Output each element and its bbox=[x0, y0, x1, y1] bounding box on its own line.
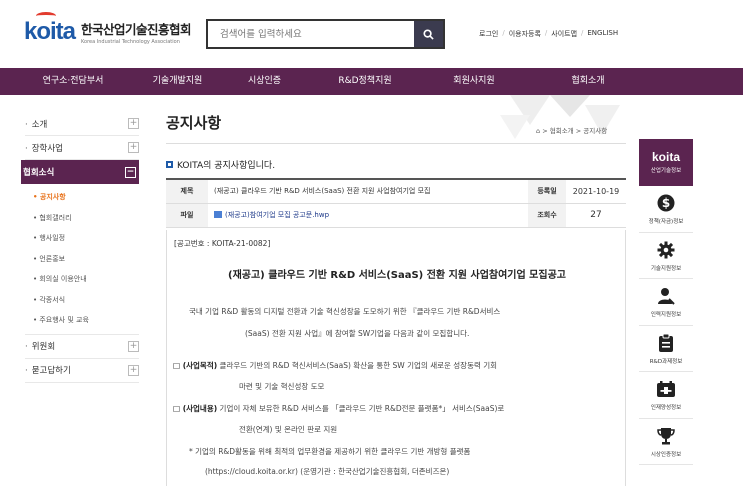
page-title: 공지사항 bbox=[166, 114, 222, 132]
quick-talent-training[interactable]: 인재양성정보 bbox=[639, 372, 693, 419]
decorative-triangles bbox=[500, 95, 620, 139]
file-label: 파일 bbox=[166, 203, 208, 228]
breadcrumb-item[interactable]: 공지사항 bbox=[583, 127, 607, 135]
collapse-icon: − bbox=[125, 166, 136, 178]
sidebar-menu: 소개+ 장학사업+ 협회소식− 공지사항 협회갤러리 행사일정 언론홍보 회의실… bbox=[21, 112, 139, 383]
quick-award-certification[interactable]: 시상인증정보 bbox=[639, 419, 693, 465]
clipboard-icon bbox=[659, 333, 673, 352]
sidebar-subitem-press[interactable]: 언론홍보 bbox=[33, 249, 139, 270]
square-bullet-icon bbox=[166, 161, 173, 168]
calendar-icon bbox=[657, 381, 675, 397]
nav-association-intro[interactable]: 협회소개 bbox=[538, 68, 638, 95]
search-box bbox=[206, 19, 445, 49]
koita-logo[interactable]: koita 한국산업기술진흥협회 Korea Industrial Techno… bbox=[24, 12, 192, 46]
quick-policy-funding[interactable]: $ 정책(자금)정보 bbox=[639, 186, 693, 233]
title-label: 제목 bbox=[166, 179, 208, 204]
login-link[interactable]: 로그인 bbox=[479, 29, 498, 39]
quick-rnd-project[interactable]: R&D과제정보 bbox=[639, 326, 693, 372]
quick-menu: koita 산업기술정보 $ 정책(자금)정보 기술지원정보 인력지원정보 R&… bbox=[639, 139, 693, 465]
announcement-heading: (재공고) 클라우드 기반 R&D 서비스(SaaS) 전환 지원 사업참여기업… bbox=[228, 270, 566, 281]
english-link[interactable]: ENGLISH bbox=[587, 29, 618, 39]
content-line: □ (사업내용) 기업이 자체 보유한 R&D 서비스를 「클라우드 기반 R&… bbox=[173, 404, 505, 413]
notice-info-table: 제목 (재공고) 클라우드 기반 R&D 서비스(SaaS) 전환 지원 사업참… bbox=[166, 178, 626, 228]
sidebar-item-scholarship[interactable]: 장학사업+ bbox=[25, 136, 139, 160]
sidebar-item-news[interactable]: 협회소식 − bbox=[21, 160, 139, 184]
logo-english-name: Korea Industrial Technology Association bbox=[81, 39, 180, 45]
sidebar-item-intro[interactable]: 소개+ bbox=[25, 112, 139, 136]
intro-line: (SaaS) 전환 지원 사업』에 참여할 SW기업을 다음과 같이 모집합니다… bbox=[245, 329, 470, 338]
content-line: 전환(연계) 및 온라인 판로 지원 bbox=[239, 425, 338, 434]
sidebar-submenu: 공지사항 협회갤러리 행사일정 언론홍보 회의실 이용안내 각종서식 주요행사 … bbox=[25, 184, 139, 335]
search-input[interactable] bbox=[208, 21, 414, 47]
search-icon bbox=[423, 28, 434, 40]
quick-menu-header[interactable]: koita 산업기술정보 bbox=[639, 139, 693, 186]
home-icon[interactable]: ⌂ bbox=[536, 127, 540, 135]
nav-rnd-policy[interactable]: R&D정책지원 bbox=[320, 68, 410, 95]
user-icon bbox=[658, 288, 675, 305]
announcement-number: [공고번호 : KOITA-21-0082] bbox=[174, 239, 271, 248]
main-navigation: 연구소·전담부서 기술개발지원 시상인증 R&D정책지원 회원사지원 협회소개 bbox=[0, 68, 743, 95]
search-button[interactable] bbox=[414, 21, 443, 47]
expand-icon: + bbox=[128, 118, 139, 129]
dollar-icon: $ bbox=[657, 194, 675, 212]
sidebar-subitem-forms[interactable]: 각종서식 bbox=[33, 290, 139, 311]
date-label: 등록일 bbox=[528, 179, 566, 204]
notice-date: 2021-10-19 bbox=[566, 179, 626, 204]
breadcrumb-item[interactable]: 협회소개 bbox=[550, 127, 574, 135]
expand-icon: + bbox=[128, 142, 139, 153]
trophy-icon bbox=[657, 427, 675, 444]
nav-member-support[interactable]: 회원사지원 bbox=[410, 68, 538, 95]
expand-icon: + bbox=[128, 340, 139, 352]
expand-icon: + bbox=[128, 364, 139, 376]
notice-title: (재공고) 클라우드 기반 R&D 서비스(SaaS) 전환 지원 사업참여기업… bbox=[208, 179, 528, 204]
views-label: 조회수 bbox=[528, 203, 566, 228]
svg-text:$: $ bbox=[662, 196, 670, 210]
intro-line: 국내 기업 R&D 활동의 디지털 전환과 기술 혁신성장을 도모하기 위한 『… bbox=[189, 307, 501, 316]
utility-links: 로그인 / 이용자등록 / 사이트맵 / ENGLISH bbox=[479, 29, 619, 39]
notice-body: [공고번호 : KOITA-21-0082] (재공고) 클라우드 기반 R&D… bbox=[166, 230, 626, 486]
site-header: koita 한국산업기술진흥협회 Korea Industrial Techno… bbox=[0, 0, 743, 68]
nav-awards-certification[interactable]: 시상인증 bbox=[209, 68, 320, 95]
sidebar-subitem-major-events[interactable]: 주요행사 및 교육 bbox=[33, 310, 139, 331]
purpose-line: 마련 및 기술 혁신성장 도모 bbox=[239, 382, 325, 391]
section-subheading: KOITA의 공지사항입니다. bbox=[166, 158, 275, 171]
sidebar-subitem-meeting-room[interactable]: 회의실 이용안내 bbox=[33, 269, 139, 290]
gear-icon bbox=[657, 241, 675, 258]
sitemap-link[interactable]: 사이트맵 bbox=[551, 29, 577, 39]
note-line: (https://cloud.koita.or.kr) (운영기관 : 한국산업… bbox=[205, 467, 450, 476]
purpose-line: □ (사업목적) 클라우드 기반의 R&D 혁신서비스(SaaS) 확산을 통한… bbox=[173, 361, 498, 370]
breadcrumb: ⌂ > 협회소개 > 공지사항 bbox=[536, 127, 608, 135]
nav-research-labs[interactable]: 연구소·전담부서 bbox=[0, 68, 146, 95]
sidebar-subitem-notice[interactable]: 공지사항 bbox=[33, 187, 139, 208]
quick-hr-support[interactable]: 인력지원정보 bbox=[639, 279, 693, 326]
logo-korean-name: 한국산업기술진흥협회 bbox=[81, 22, 192, 37]
register-link[interactable]: 이용자등록 bbox=[509, 29, 541, 39]
note-line: * 기업의 R&D활동을 위해 최적의 업무환경을 제공하기 위한 클라우드 기… bbox=[189, 447, 471, 456]
sidebar-subitem-gallery[interactable]: 협회갤러리 bbox=[33, 208, 139, 229]
sidebar-item-committee[interactable]: 위원회+ bbox=[25, 335, 139, 359]
sidebar-item-qna[interactable]: 묻고답하기+ bbox=[25, 359, 139, 383]
attachment-link[interactable]: (재공고)참여기업 모집 공고문.hwp bbox=[214, 210, 329, 220]
sidebar-subitem-events[interactable]: 행사일정 bbox=[33, 228, 139, 249]
nav-tech-development[interactable]: 기술개발지원 bbox=[146, 68, 209, 95]
logo-mark: koita bbox=[24, 12, 76, 46]
quick-tech-support[interactable]: 기술지원정보 bbox=[639, 233, 693, 279]
file-icon bbox=[214, 211, 222, 219]
title-divider bbox=[166, 143, 626, 144]
view-count: 27 bbox=[566, 203, 626, 228]
